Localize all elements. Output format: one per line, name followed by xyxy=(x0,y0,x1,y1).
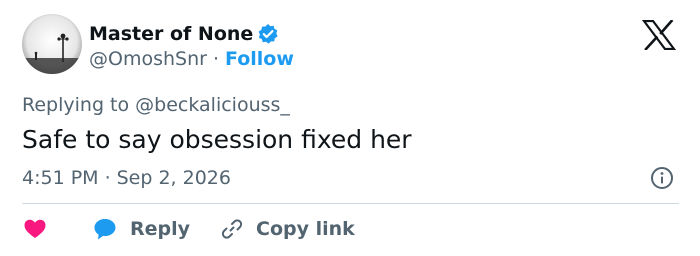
verified-badge-icon xyxy=(257,23,279,45)
speech-bubble-icon xyxy=(92,216,118,242)
copy-link-button[interactable]: Copy link xyxy=(220,217,355,241)
tweet-text: Safe to say obsession fixed her xyxy=(22,125,412,154)
author-handle[interactable]: @OmoshSnr xyxy=(89,47,207,71)
divider xyxy=(22,203,679,204)
avatar[interactable] xyxy=(22,14,82,74)
tweet-card: Master of None @OmoshSnr · Follow Replyi… xyxy=(0,0,700,256)
author-name-row: Master of None xyxy=(89,21,279,47)
handle-separator: · xyxy=(212,48,219,70)
timestamp-separator: · xyxy=(104,167,111,189)
reply-label: Reply xyxy=(130,218,191,240)
tweet-date: Sep 2, 2026 xyxy=(116,167,231,189)
replying-to-line: Replying to @beckaliciouss_ xyxy=(22,93,290,117)
x-logo-icon[interactable] xyxy=(641,19,677,51)
like-heart-icon[interactable] xyxy=(22,216,48,242)
avatar-image xyxy=(22,14,82,74)
replying-to-prefix: Replying to xyxy=(22,94,136,116)
display-name[interactable]: Master of None xyxy=(89,22,253,46)
tweet-timestamp[interactable]: 4:51 PM · Sep 2, 2026 xyxy=(22,166,231,190)
reply-button[interactable]: Reply xyxy=(92,216,190,242)
link-icon xyxy=(220,217,244,241)
author-handle-row: @OmoshSnr · Follow xyxy=(89,47,294,71)
replying-to-handle[interactable]: @beckaliciouss_ xyxy=(135,94,290,116)
follow-button[interactable]: Follow xyxy=(225,47,294,71)
info-icon[interactable] xyxy=(650,166,674,190)
action-bar: Reply Copy link xyxy=(22,214,355,244)
tweet-time: 4:51 PM xyxy=(22,167,99,189)
copy-link-label: Copy link xyxy=(256,218,355,240)
